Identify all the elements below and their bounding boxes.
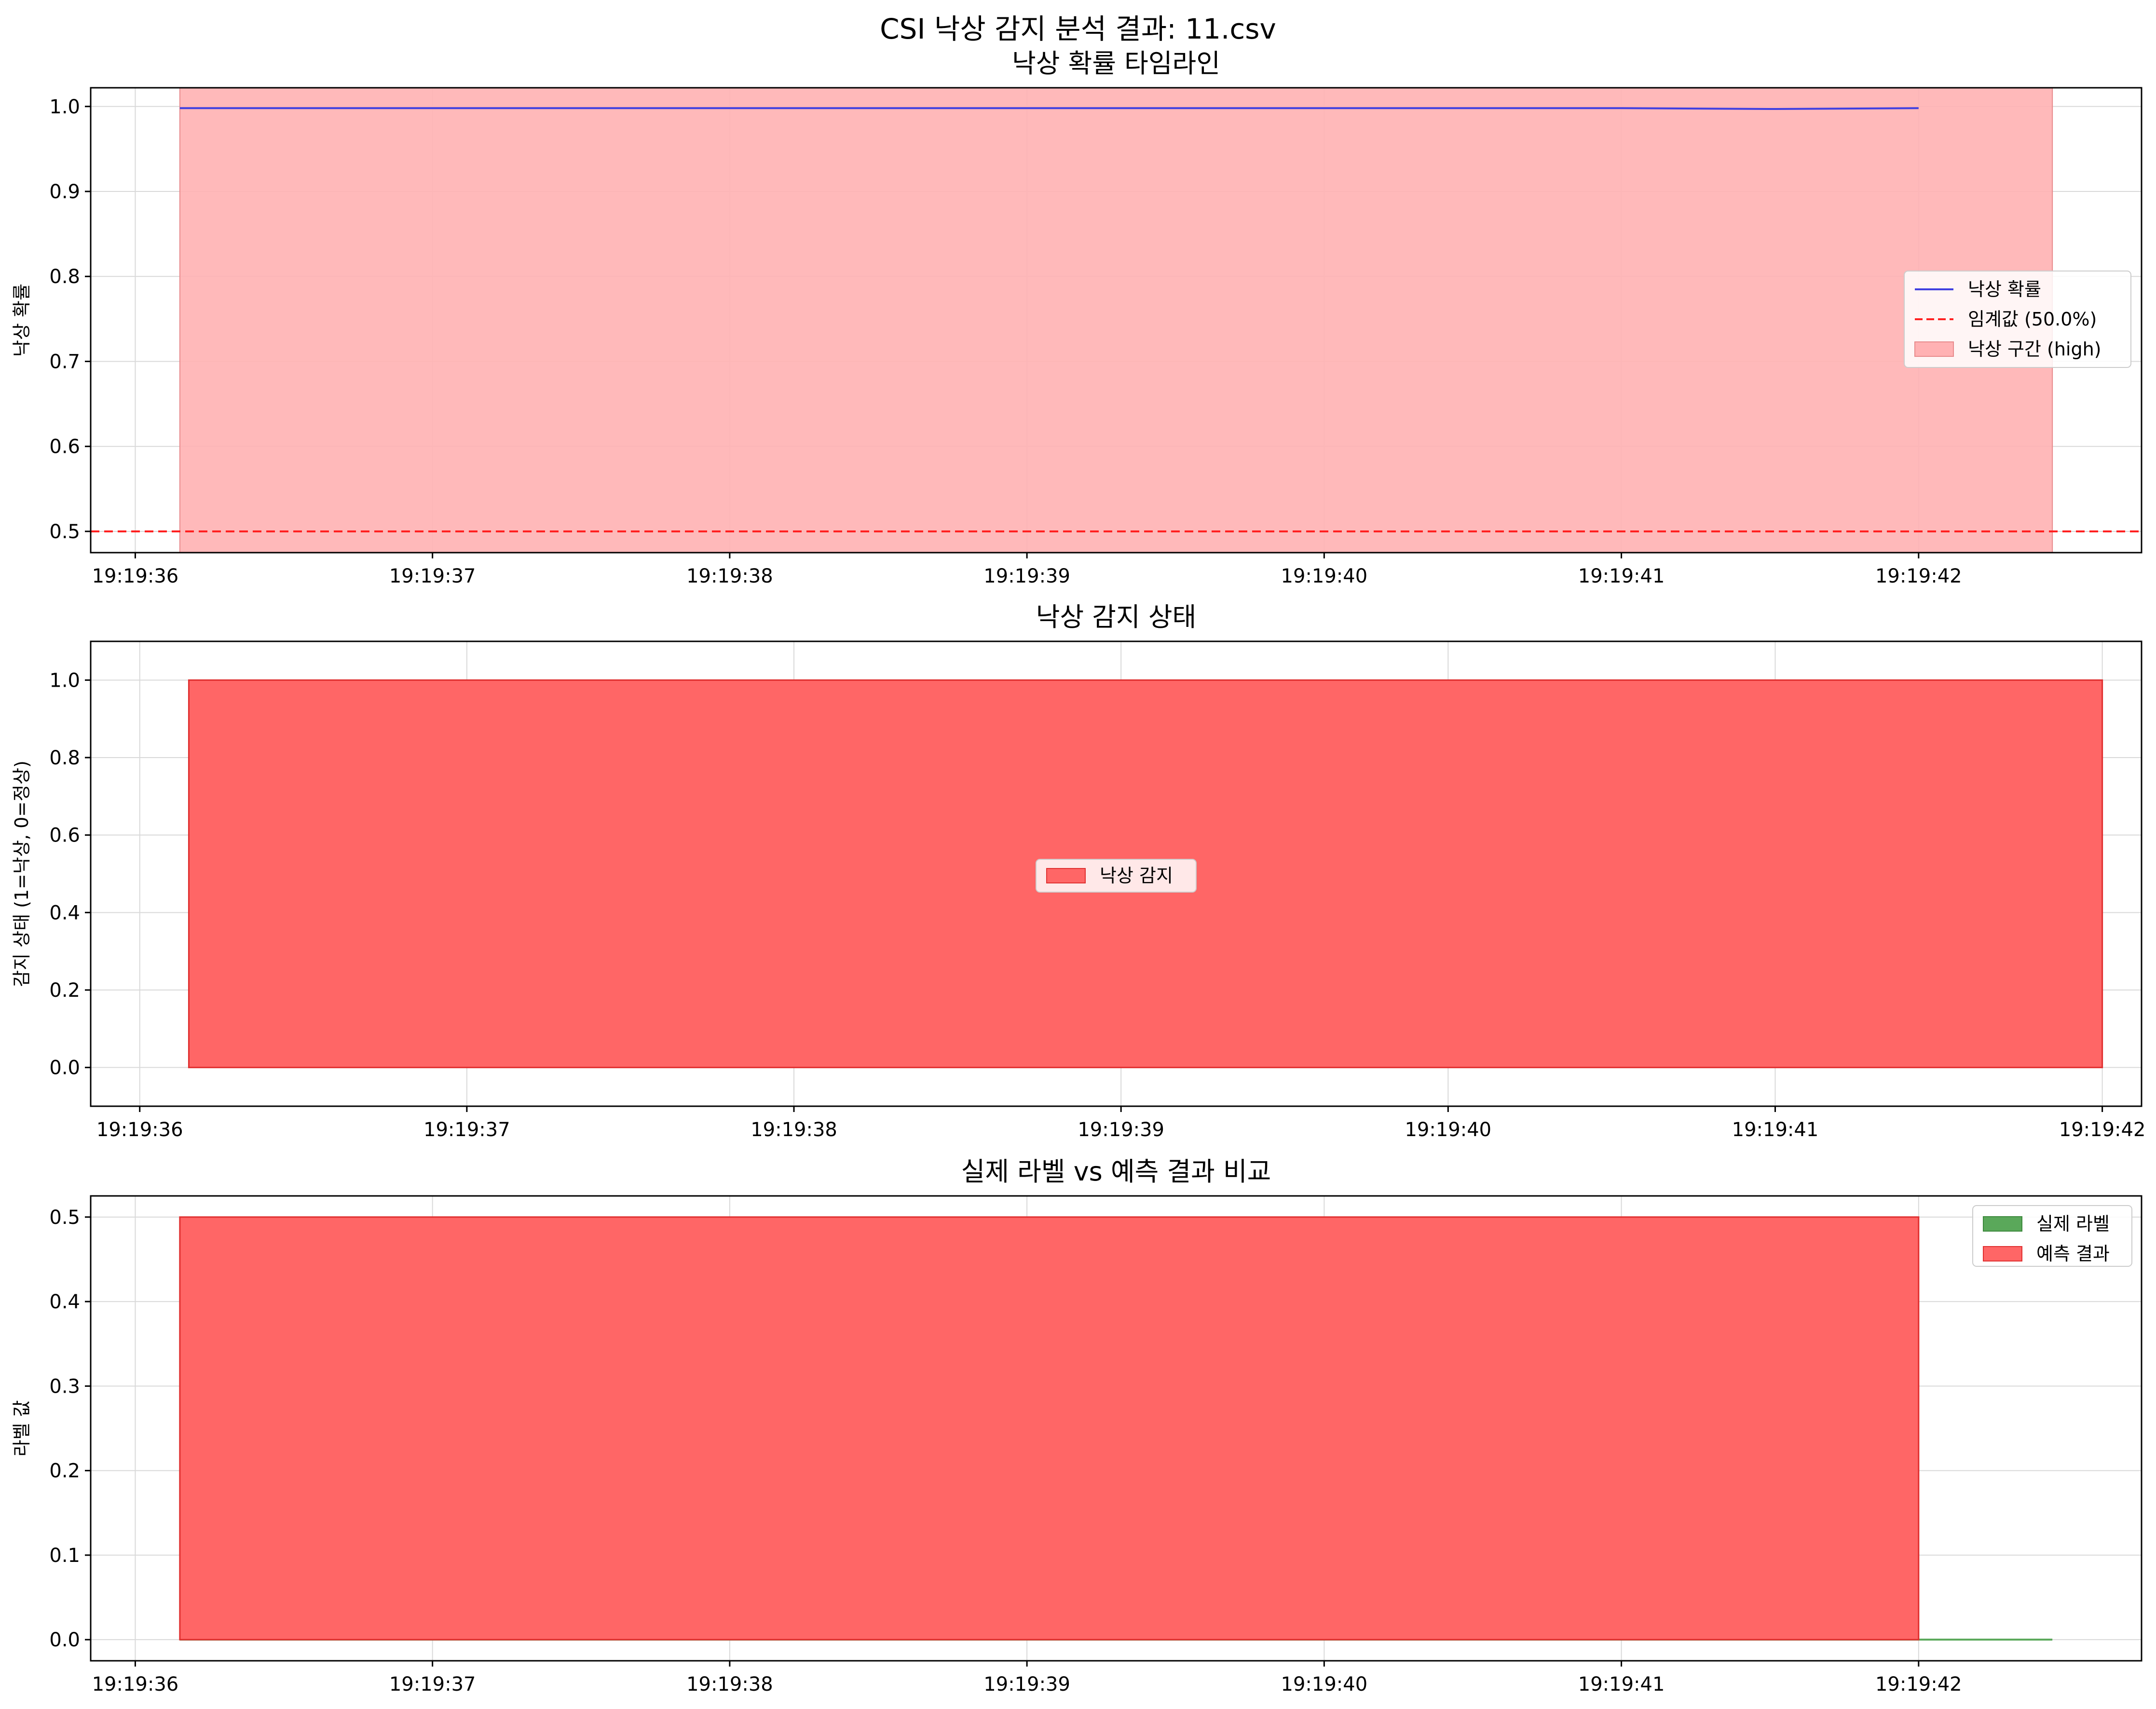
legend-label: 예측 결과: [2036, 1243, 2110, 1264]
x-tick-label: 19:19:40: [1281, 565, 1368, 587]
x-tick-label: 19:19:40: [1405, 1119, 1491, 1141]
x-tick-label: 19:19:38: [686, 565, 773, 587]
probability-line: [179, 107, 1919, 110]
x-tick-label: 19:19:38: [686, 1673, 773, 1695]
y-tick-label: 0.3: [49, 1375, 80, 1397]
y-tick-label: 0.5: [49, 521, 80, 543]
high-zone-span: [179, 87, 2053, 553]
y-tick-label: 0.4: [49, 1291, 80, 1313]
panels: 낙상 확률 타임라인 19:19:36 19:19:37 19:19:38 19:19:…: [11, 48, 2145, 1695]
x-tick-label: 19:19:40: [1281, 1673, 1368, 1695]
x-tick-label: 19:19:39: [1078, 1119, 1164, 1141]
y-tick-label: 0.5: [49, 1207, 80, 1229]
legend-swatch-patch: [1983, 1216, 2022, 1232]
y-tick-label: 1.0: [49, 96, 80, 118]
x-tick-label: 19:19:42: [1875, 1673, 1962, 1695]
y-tick-label: 1.0: [49, 669, 80, 692]
y-axis-label: 감지 상태 (1=낙상, 0=정상): [11, 760, 32, 987]
x-tick-label: 19:19:42: [2059, 1119, 2146, 1141]
chart-title: 실제 라벨 vs 예측 결과 비교: [961, 1156, 1271, 1187]
y-tick-label: 0.6: [49, 436, 80, 458]
chart-title: 낙상 감지 상태: [1036, 602, 1196, 632]
legend: 실제 라벨예측 결과: [1972, 1205, 2132, 1267]
legend: 낙상 확률임계값 (50.0%) 낙상 구간 (high): [1904, 271, 2131, 368]
y-tick-label: 0.9: [49, 181, 80, 203]
x-tick-label: 19:19:37: [423, 1119, 510, 1141]
figure: CSI 낙상 감지 분석 결과: 11.csv 낙상 확률 타임라인 19:19:…: [11, 13, 2145, 1695]
x-tick-label: 19:19:38: [751, 1119, 837, 1141]
legend-swatch-patch: [1914, 341, 1954, 357]
chart-panel-3: 실제 라벨 vs 예측 결과 비교 19:19:36 19:19:37 19:19:3…: [11, 1156, 2142, 1695]
legend-label: 실제 라벨: [2036, 1213, 2110, 1234]
legend-swatch-patch: [1046, 868, 1086, 883]
y-tick-label: 0.6: [49, 825, 80, 847]
legend-label: 낙상 감지: [1100, 865, 1173, 886]
legend-swatch-patch: [1983, 1246, 2022, 1261]
y-axis-label: 라벨 값: [11, 1400, 32, 1457]
y-tick-label: 0.0: [49, 1629, 80, 1651]
x-tick-label: 19:19:41: [1578, 1673, 1665, 1695]
legend-label: 임계값 (50.0%): [1968, 309, 2097, 330]
y-axis-label: 낙상 확률: [11, 284, 32, 357]
x-tick-label: 19:19:36: [92, 1673, 179, 1695]
y-tick-label: 0.0: [49, 1057, 80, 1079]
y-tick-label: 0.2: [49, 979, 80, 1002]
legend: 낙상 감지: [1036, 859, 1197, 893]
x-tick-label: 19:19:36: [96, 1119, 183, 1141]
figure-title: CSI 낙상 감지 분석 결과: 11.csv: [880, 13, 1276, 45]
y-tick-label: 0.2: [49, 1460, 80, 1482]
x-tick-label: 19:19:41: [1578, 565, 1665, 587]
x-tick-label: 19:19:37: [389, 565, 476, 587]
x-tick-label: 19:19:39: [983, 1673, 1070, 1695]
prediction-area: [179, 1216, 1920, 1641]
y-tick-label: 0.7: [49, 351, 80, 373]
x-tick-label: 19:19:41: [1732, 1119, 1819, 1141]
x-tick-label: 19:19:36: [92, 565, 179, 587]
y-tick-label: 0.1: [49, 1545, 80, 1567]
x-tick-label: 19:19:42: [1875, 565, 1962, 587]
y-tick-label: 0.8: [49, 747, 80, 769]
x-tick-label: 19:19:37: [389, 1673, 476, 1695]
chart-panel-1: 낙상 확률 타임라인 19:19:36 19:19:37 19:19:38 19:19:…: [11, 48, 2142, 587]
y-tick-label: 0.8: [49, 266, 80, 288]
legend-label: 낙상 구간 (high): [1968, 339, 2101, 360]
y-tick-label: 0.4: [49, 902, 80, 924]
chart-panel-2: 낙상 감지 상태 19:19:36 19:19:37 19:19:38 19:19:39…: [11, 602, 2145, 1141]
x-tick-label: 19:19:39: [983, 565, 1070, 587]
legend-label: 낙상 확률: [1968, 279, 2041, 300]
chart-title: 낙상 확률 타임라인: [1012, 48, 1220, 79]
